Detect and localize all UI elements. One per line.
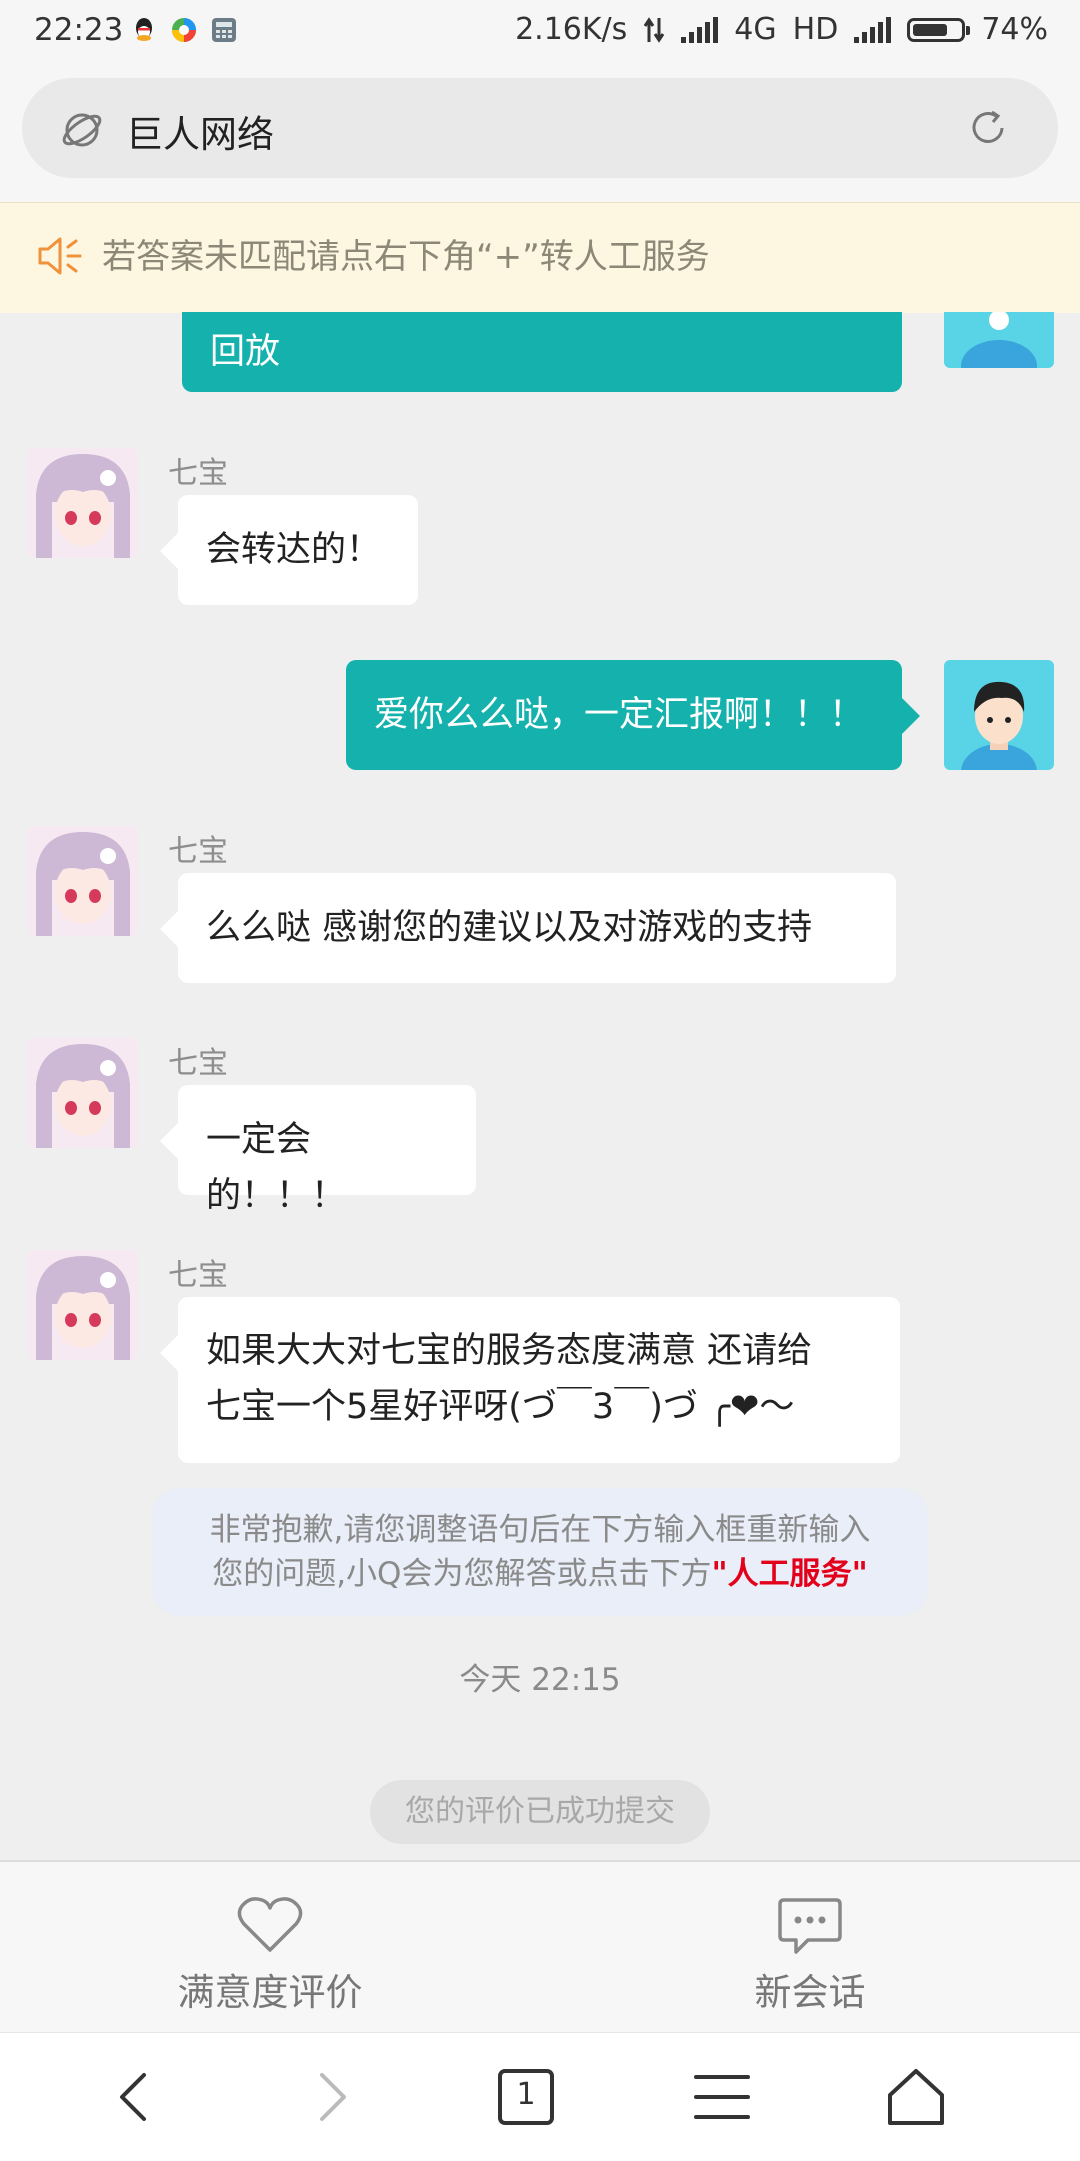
menu-icon[interactable] <box>690 2065 754 2129</box>
hd-indicator: HD <box>792 12 839 47</box>
chat-bubble-bot: 会转达的！ <box>160 495 418 605</box>
address-bar[interactable]: 巨人网络 <box>22 78 1058 178</box>
status-bar: 22:23 2.16K/s 4G HD 74% <box>0 0 1080 66</box>
message-text: 么么哒 感谢您的建议以及对游戏的支持 <box>206 908 813 948</box>
tab-count: 1 <box>516 2077 536 2112</box>
rating-submitted-notice: 您的评价已成功提交 <box>370 1780 710 1844</box>
notification-icons <box>130 16 238 44</box>
new-chat-label: 新会话 <box>754 1971 866 2014</box>
bot-name: 七宝 <box>168 1258 228 1293</box>
back-icon[interactable] <box>104 2065 168 2129</box>
system-message-line-2: 您的问题,小Q会为您解答或点击下方"人工服务" <box>152 1552 928 1596</box>
reload-icon[interactable] <box>966 106 1010 150</box>
user-avatar <box>944 312 1054 368</box>
signal-icon-2 <box>854 16 892 43</box>
battery-percent: 74% <box>981 12 1048 47</box>
notice-text: 若答案未匹配请点右下角“+”转人工服务 <box>102 237 710 277</box>
calculator-icon <box>212 18 236 42</box>
system-message-line-1: 非常抱歉,请您调整语句后在下方输入框重新输入 <box>209 1512 871 1548</box>
message-text: 爱你么么哒，一定汇报啊！！！ <box>374 695 865 735</box>
bot-avatar <box>28 1038 138 1148</box>
new-chat-button[interactable]: 新会话 <box>660 1896 960 2016</box>
signal-icon <box>681 16 719 43</box>
browser-toolbar: 巨人网络 <box>0 66 1080 202</box>
color-wheel-icon <box>172 18 196 42</box>
chat-bubble-bot: 如果大大对七宝的服务态度满意 还请给 七宝一个5星好评呀(づ￣3￣)づ ╭❤～ <box>160 1297 900 1463</box>
message-text: 一定会的！！！ <box>206 1120 347 1216</box>
system-message-text: 您的问题,小Q会为您解答或点击下方 <box>212 1556 712 1592</box>
forward-icon[interactable] <box>298 2065 362 2129</box>
bot-name: 七宝 <box>168 456 228 491</box>
browser-nav-bar: 1 <box>0 2032 1080 2161</box>
rate-label: 满意度评价 <box>177 1971 363 2014</box>
chat-bubble-bot: 一定会的！！！ <box>160 1085 476 1216</box>
bot-name: 七宝 <box>168 1046 228 1081</box>
qq-icon <box>136 18 152 41</box>
page-title: 巨人网络 <box>126 113 274 156</box>
bot-avatar <box>28 1250 138 1360</box>
chat-area[interactable]: 回放 七宝 会转达的！ 爱你么么哒，一定汇报啊！！！ 七宝 么么哒 感谢您的建议… <box>0 312 1080 1860</box>
network-type: 4G <box>734 12 777 47</box>
status-right: 2.16K/s 4G HD 74% <box>515 12 1048 47</box>
battery-fill <box>913 23 948 36</box>
battery-icon <box>907 17 971 42</box>
message-text-line-1: 如果大大对七宝的服务态度满意 还请给 <box>206 1331 813 1371</box>
notice-banner: 若答案未匹配请点右下角“+”转人工服务 <box>0 202 1080 313</box>
human-service-link[interactable]: "人工服务" <box>711 1556 867 1592</box>
bot-avatar <box>28 448 138 558</box>
chat-action-bar: 满意度评价 新会话 <box>0 1860 1080 2032</box>
chat-timestamp: 今天 22:15 <box>459 1662 621 1698</box>
chat-bubble-user: 回放 <box>182 312 902 392</box>
rate-button[interactable]: 满意度评价 <box>120 1896 420 2016</box>
tabs-button[interactable]: 1 <box>494 2065 558 2129</box>
chat-bubble-icon <box>778 1898 842 1954</box>
network-speed: 2.16K/s <box>515 12 628 47</box>
bot-avatar <box>28 826 138 936</box>
message-text-line-2: 七宝一个5星好评呀(づ￣3￣)づ ╭❤～ <box>206 1387 795 1427</box>
chat-bubble-bot: 么么哒 感谢您的建议以及对游戏的支持 <box>160 873 896 983</box>
heart-icon <box>237 1897 303 1952</box>
planet-icon <box>62 113 102 147</box>
message-text: 回放 <box>210 332 281 372</box>
chat-bubble-user: 爱你么么哒，一定汇报啊！！！ <box>346 660 920 770</box>
status-time: 22:23 <box>34 12 124 48</box>
message-text: 会转达的！ <box>206 530 382 570</box>
speaker-icon <box>38 237 82 275</box>
system-message: 非常抱歉,请您调整语句后在下方输入框重新输入 您的问题,小Q会为您解答或点击下方… <box>152 1488 928 1616</box>
home-icon[interactable] <box>884 2065 948 2129</box>
data-transfer-icon <box>644 16 665 43</box>
bot-name: 七宝 <box>168 834 228 869</box>
user-avatar <box>944 660 1054 770</box>
